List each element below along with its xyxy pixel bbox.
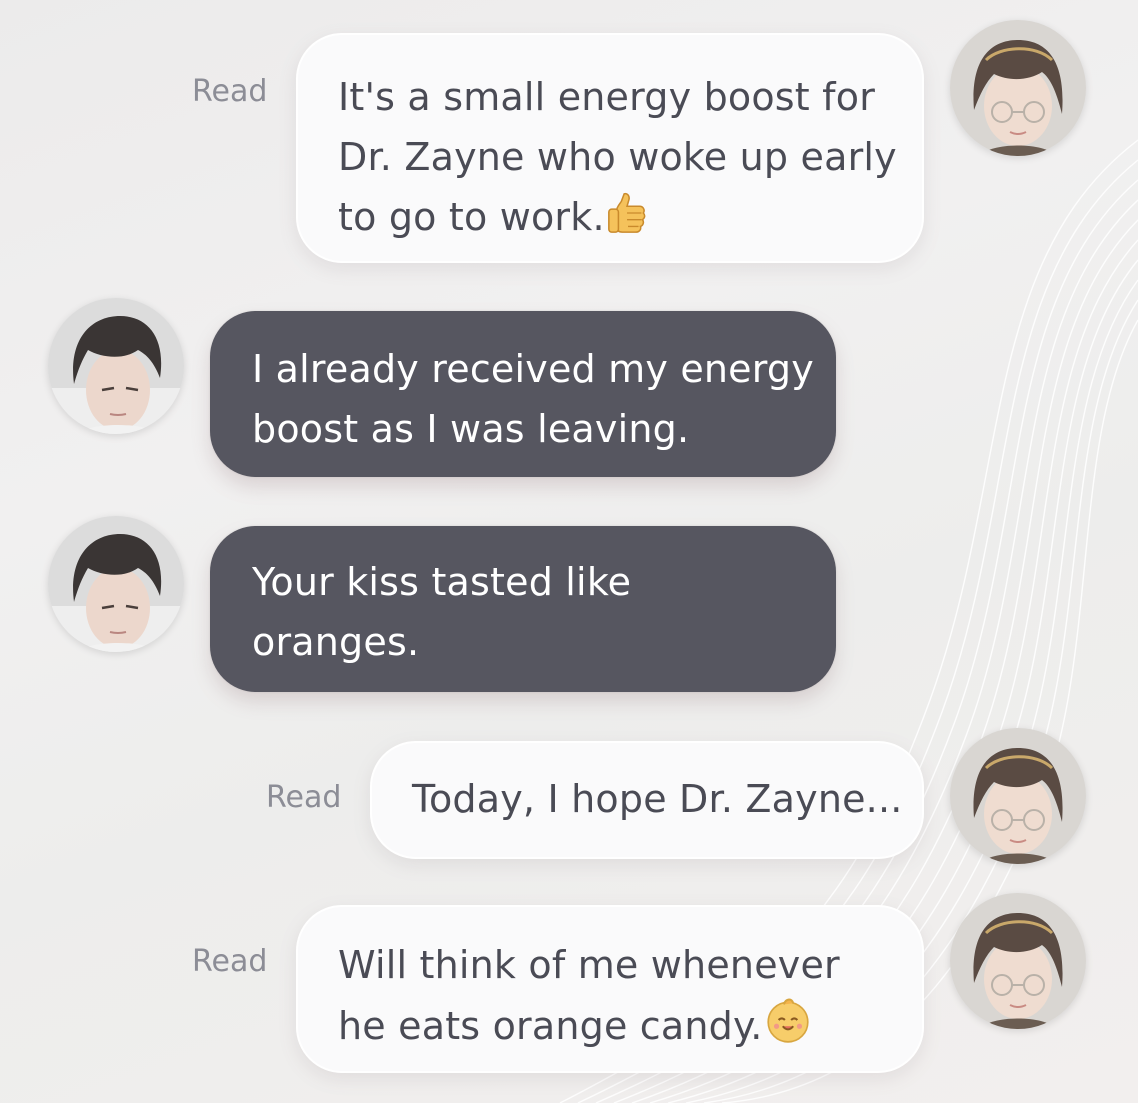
message-line: oranges. [252, 620, 420, 664]
avatar-me[interactable] [950, 20, 1086, 156]
message-line: Will think of me whenever [338, 943, 840, 987]
message-line: Your kiss tasted like [252, 560, 632, 604]
message-bubble-incoming[interactable]: I already received my energy boost as I … [210, 311, 836, 477]
message-bubble-outgoing[interactable]: It's a small energy boost for Dr. Zayne … [296, 33, 924, 263]
message-bubble-outgoing[interactable]: Will think of me whenever he eats orange… [296, 905, 924, 1073]
read-status: Read [266, 780, 342, 815]
avatar-zayne[interactable] [48, 298, 184, 434]
read-status: Read [192, 944, 268, 979]
smiling-orange-candy-icon [766, 998, 809, 1043]
read-status: Read [192, 74, 268, 109]
message-line-with-emoji: he eats orange candy. [338, 995, 922, 1056]
message-line: It's a small energy boost for [338, 75, 876, 119]
avatar-zayne[interactable] [48, 516, 184, 652]
avatar-me[interactable] [950, 728, 1086, 864]
message-line-with-emoji: to go to work. [338, 187, 922, 247]
message-line: Dr. Zayne who woke up early [338, 135, 897, 179]
thumbs-up-icon [607, 192, 646, 233]
message-line: Today, I hope Dr. Zayne... [412, 777, 903, 821]
message-bubble-outgoing[interactable]: Today, I hope Dr. Zayne... [370, 741, 924, 859]
message-bubble-incoming[interactable]: Your kiss tasted like oranges. [210, 526, 836, 692]
message-line: boost as I was leaving. [252, 407, 690, 451]
avatar-me[interactable] [950, 893, 1086, 1029]
message-line: I already received my energy [252, 347, 814, 391]
